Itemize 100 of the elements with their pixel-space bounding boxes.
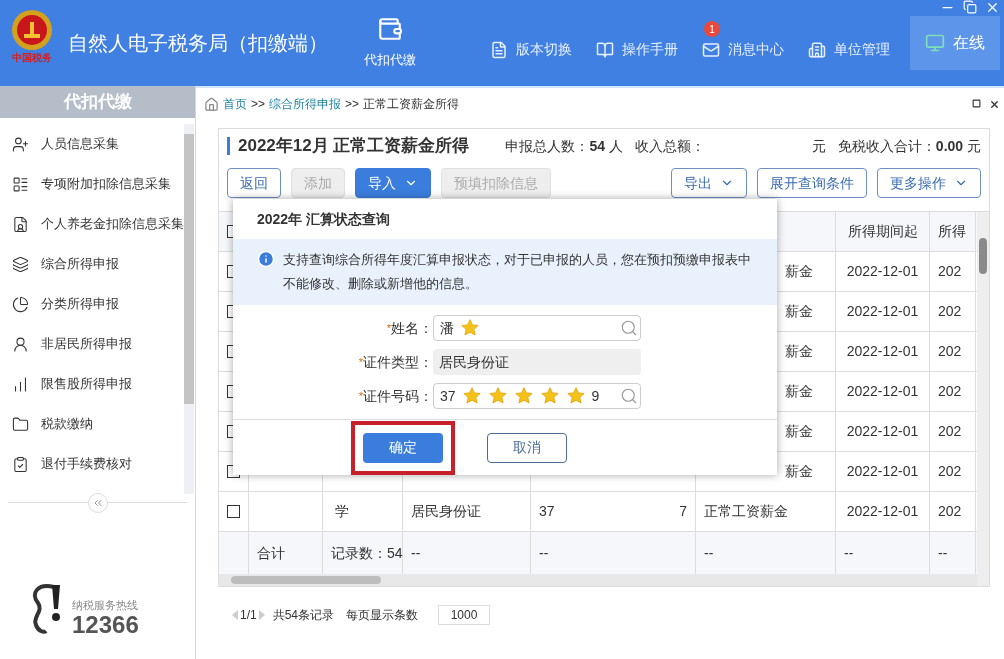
sidebar-header: 代扣代缴 [0,86,195,118]
star-icon [460,318,480,338]
breadcrumb-text: 正常工资薪金所得 [363,96,460,113]
sidebar-item[interactable]: 专项附加扣除信息采集 [0,164,184,204]
total-cell-text: -- [539,543,549,563]
header-menu-item[interactable]: 消息中心 [702,39,784,60]
info-text: 支持查询综合所得年度汇算申报状态，对于已申报的人员，您在预扣预缴申报表中不能修改、删除或新增他的信息。 [283,251,752,293]
table-cell-text: 202 [938,462,962,481]
search-icon[interactable] [620,387,638,405]
home-icon[interactable] [204,96,219,112]
sidebar-item[interactable]: 人员信息采集 [0,124,184,164]
maximize-icon[interactable] [963,0,977,14]
panel-title: 2022年12月 正常工资薪金所得 [238,135,470,158]
pie-chart-icon [12,295,29,313]
total-cell-text: 合计 [257,543,285,563]
emblem-logo-icon [10,8,54,52]
toolbar-button[interactable]: 导出 [671,168,747,198]
sidebar-item[interactable]: 税款缴纳 [0,404,184,444]
field-value: 潘 [440,318,454,338]
table-cell-text: 薪金 [785,462,813,481]
info-icon [257,250,275,268]
restore-icon[interactable] [972,98,981,108]
summary-text: 收入总额： [634,136,705,156]
table-cell-text: 薪金 [785,382,813,401]
person-plus-icon [12,135,29,153]
toolbar-button[interactable]: 展开查询条件 [757,168,867,198]
cancel-button[interactable]: 取消 [487,432,567,463]
previous-page-icon[interactable] [232,610,238,620]
sidebar-item[interactable]: 非居民所得申报 [0,324,184,364]
table-cell-text: 202 [938,342,962,361]
field-label: 证件类型： [363,352,433,372]
table-cell-text: 薪金 [785,422,813,441]
table-cell-text: 37 [539,502,555,521]
table-cell-text: 薪金 [785,262,813,281]
monitor-icon [925,33,945,53]
header-menu-item[interactable]: 操作手册 [596,39,678,60]
toolbar-button[interactable]: 更多操作 [877,168,981,198]
sidebar-item[interactable]: 分类所得申报 [0,284,184,324]
person-icon [12,335,29,353]
breadcrumb-link[interactable]: 综合所得申报 [269,95,341,113]
page-indicator: 1/1 [240,607,257,624]
required-mark: * [386,320,391,334]
column-header: 所得 [938,222,966,241]
sidebar-item[interactable]: 退付手续费核对 [0,444,184,484]
scrollbar[interactable] [184,124,194,494]
breadcrumb-text: >> [345,96,360,113]
summary-text: 元 [811,136,826,156]
horizontal-scrollbar[interactable] [219,574,977,586]
table-cell-text: 202 [938,262,962,281]
field-value: 居民身份证 [439,352,509,372]
table-cell-text: 2022-12-01 [846,382,919,401]
table-cell-text: 薪金 [785,302,813,321]
star-icon [513,386,534,406]
table-cell-text: 2022-12-01 [846,262,919,281]
table-cell-text: 7 [679,502,687,521]
vertical-scrollbar[interactable] [977,212,989,586]
star-icon [487,386,508,406]
table-cell-text: 202 [938,382,962,401]
wallet-icon [377,16,403,43]
building-icon [808,40,826,59]
column-header: 所得期间起 [847,222,918,241]
table-cell-text: 2022-12-01 [846,502,919,521]
total-cell-text: 记录数：54 [331,543,403,563]
header-menu-item[interactable]: 版本切换 [490,39,572,60]
total-cell-text: -- [844,543,854,563]
breadcrumb-text: >> [251,96,265,113]
field-value: 37 [440,386,456,406]
required-mark: * [358,354,363,370]
table-cell-text: 2022-12-01 [846,462,919,481]
record-count: 共54条记录 [272,607,335,624]
breadcrumb-link[interactable]: 首页 [223,95,247,113]
collapse-button[interactable] [87,493,108,513]
module-tab[interactable]: 代扣代缴 [350,0,430,86]
app-title: 自然人电子税务局（扣缴端） [68,31,328,56]
confirm-button[interactable]: 确定 [363,432,443,463]
table-cell-text: 2022-12-01 [846,422,919,441]
checkbox[interactable] [227,505,240,518]
list-icon [12,175,29,193]
sidebar-item[interactable]: 个人养老金扣除信息采集 [0,204,184,244]
search-icon[interactable] [620,319,638,337]
sidebar-item[interactable]: 限售股所得申报 [0,364,184,404]
field-label: 姓名： [391,318,433,338]
star-icon [539,386,560,406]
search-field[interactable]: 37 9 [433,383,641,409]
close-icon[interactable] [989,98,1000,110]
search-field[interactable]: 潘 [433,315,641,341]
table-cell-text: 2022-12-01 [846,302,919,321]
summary-text: 免税收入合计：0.00 元 [837,136,981,156]
page-size-field[interactable]: 1000 [438,605,491,625]
bar-chart-icon [12,375,29,393]
table-cell-text: 薪金 [785,342,813,361]
sidebar-item[interactable]: 综合所得申报 [0,244,184,284]
table-cell-text: 202 [938,422,962,441]
next-page-icon[interactable] [258,610,265,620]
toolbar-button[interactable]: 返回 [227,168,281,198]
online-status-tile[interactable]: 在线 [910,16,1000,70]
total-cell-text: -- [704,543,714,563]
count-badge: 1 [704,21,720,37]
header-menu-item[interactable]: 单位管理 [808,39,890,60]
import-button[interactable]: 导入 [355,168,431,198]
